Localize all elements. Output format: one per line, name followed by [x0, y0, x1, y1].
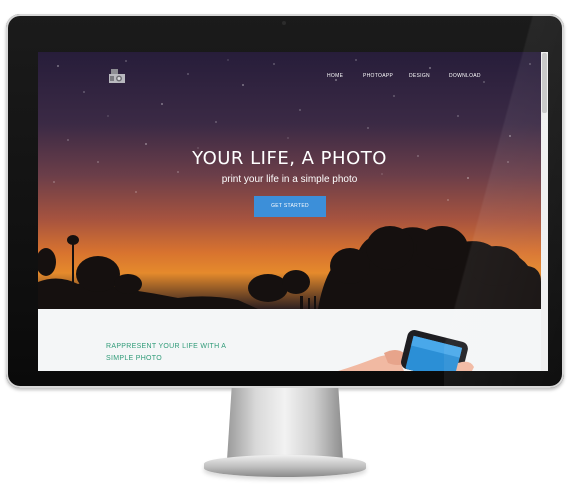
- hero-section: HOME PHOTOAPP DESIGN DOWNLOAD YOUR LIFE,…: [38, 52, 541, 309]
- monitor-stand-neck: [227, 388, 343, 460]
- section-tagline: RAPPRESENT YOUR LIFE WITH A SIMPLE PHOTO: [106, 341, 276, 365]
- scrollbar-thumb[interactable]: [542, 53, 547, 113]
- tagline-line-1: RAPPRESENT YOUR LIFE WITH A: [106, 343, 227, 350]
- nav-item-photoapp[interactable]: PHOTOAPP: [363, 73, 393, 79]
- scrollbar[interactable]: [541, 52, 548, 371]
- webcam-dot: [282, 21, 286, 25]
- nav-item-home[interactable]: HOME: [327, 73, 343, 79]
- camera-stack-icon[interactable]: [108, 68, 126, 84]
- monitor-stand-base: [204, 455, 366, 477]
- hand-holding-phone-image: [338, 330, 474, 371]
- intro-section: RAPPRESENT YOUR LIFE WITH A SIMPLE PHOTO: [38, 309, 541, 371]
- nav-item-design[interactable]: DESIGN: [409, 73, 430, 79]
- hero-subtitle: print your life in a simple photo: [221, 174, 358, 185]
- browser-viewport: HOME PHOTOAPP DESIGN DOWNLOAD YOUR LIFE,…: [38, 52, 548, 371]
- tagline-line-2: SIMPLE PHOTO: [106, 355, 162, 362]
- hero-title: YOUR LIFE, A PHOTO: [192, 148, 387, 169]
- get-started-button[interactable]: GET STARTED: [254, 196, 326, 217]
- nav-item-download[interactable]: DOWNLOAD: [449, 73, 481, 79]
- monitor-frame: HOME PHOTOAPP DESIGN DOWNLOAD YOUR LIFE,…: [6, 14, 564, 388]
